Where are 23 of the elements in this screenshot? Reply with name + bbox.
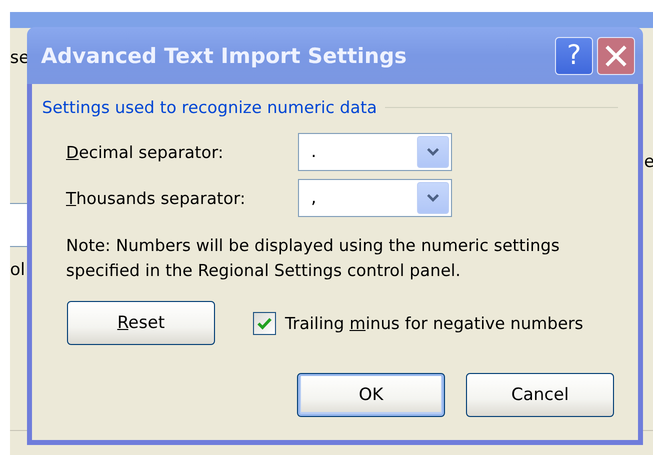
chevron-down-icon bbox=[426, 147, 440, 157]
reset-button[interactable]: Reset bbox=[67, 301, 215, 345]
dialog-title: Advanced Text Import Settings bbox=[41, 44, 408, 68]
dropdown-arrow-button[interactable] bbox=[417, 182, 449, 214]
field-label: Thousands separator: bbox=[66, 188, 246, 208]
dropdown-arrow-button[interactable] bbox=[417, 136, 449, 168]
group-title: Settings used to recognize numeric data bbox=[42, 98, 377, 117]
dropdown-field[interactable]: . bbox=[298, 133, 452, 171]
note-text: Note: Numbers will be displayed using the numeric settings specified in the Regional Settings control panel. bbox=[66, 235, 561, 282]
background-text: ol bbox=[10, 260, 26, 280]
help-button[interactable]: ? bbox=[555, 36, 593, 74]
checkbox[interactable] bbox=[253, 312, 276, 334]
chevron-down-icon bbox=[426, 193, 440, 203]
field-label: Decimal separator: bbox=[66, 142, 224, 162]
dropdown-field[interactable]: , bbox=[298, 179, 452, 217]
cancel-button[interactable]: Cancel bbox=[466, 373, 614, 417]
dropdown-value: . bbox=[310, 142, 318, 162]
close-icon bbox=[604, 44, 628, 68]
check-mark-icon bbox=[257, 316, 272, 330]
checkbox-label: Trailing minus for negative numbers bbox=[285, 314, 584, 332]
dropdown-value: , bbox=[310, 188, 318, 208]
ok-button[interactable]: OK bbox=[297, 373, 445, 417]
close-button[interactable] bbox=[597, 36, 635, 74]
